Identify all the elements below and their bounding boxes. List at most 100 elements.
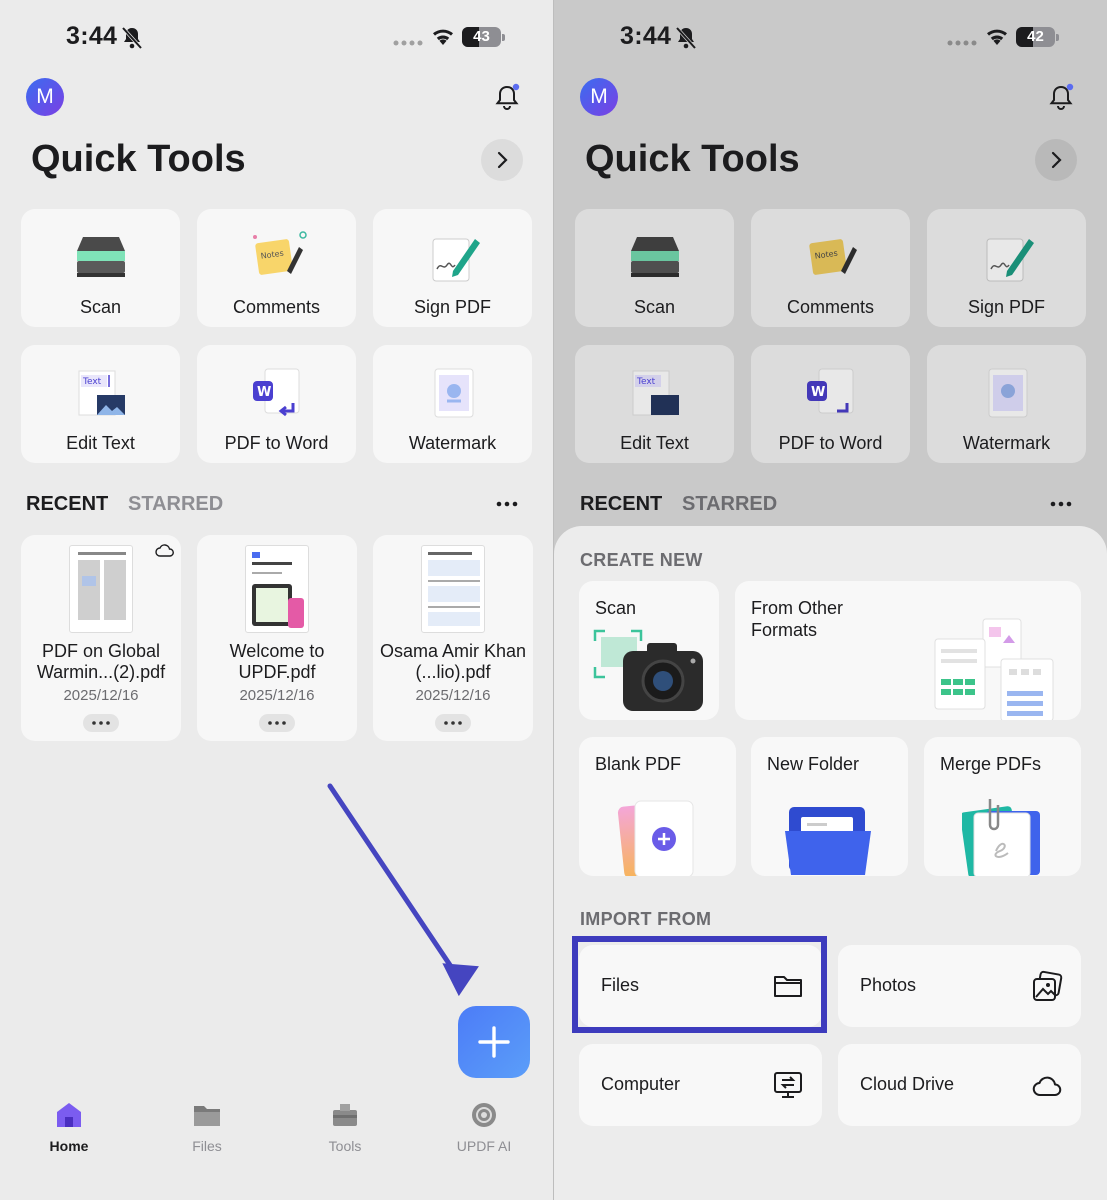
create-scan-button[interactable]: Scan [579, 581, 719, 720]
more-options-icon[interactable] [1050, 500, 1072, 508]
tool-label: Comments [232, 297, 321, 317]
recent-file-card[interactable]: PDF on Global Warmin...(2).pdf 2025/12/1… [21, 535, 181, 741]
file-more-button[interactable] [435, 714, 471, 732]
create-blank-pdf-button[interactable]: Blank PDF [579, 737, 736, 876]
tool-edit-text[interactable]: Text Edit Text [21, 345, 180, 463]
ellipsis-icon [92, 721, 110, 725]
notes-icon: Notes [808, 239, 857, 275]
notification-bell-icon[interactable] [494, 82, 522, 112]
tabbar-home[interactable]: Home [19, 1100, 119, 1154]
home-screen: 3:44 43 M Quick Tools Scan Notes Comment… [0, 0, 553, 1200]
tool-pdf-to-word[interactable]: W PDF to Word [751, 345, 910, 463]
status-time: 3:44 [620, 22, 672, 50]
notification-bell-icon[interactable] [1048, 82, 1076, 112]
quick-tools-more-button[interactable] [1035, 139, 1077, 181]
tool-watermark[interactable]: Watermark [927, 345, 1086, 463]
tab-starred[interactable]: STARRED [128, 493, 223, 516]
more-options-icon[interactable] [496, 500, 518, 508]
page-title: Quick Tools [31, 138, 246, 180]
tabbar-tools[interactable]: Tools [295, 1100, 395, 1154]
file-name: PDF on Global Warmin...(2).pdf [36, 641, 166, 682]
battery-indicator: 43 [462, 27, 506, 47]
wifi-icon [433, 29, 453, 45]
wifi-icon [987, 29, 1007, 45]
photos-icon [1033, 970, 1063, 1001]
svg-text:Text: Text [636, 377, 656, 387]
svg-text:W: W [257, 385, 271, 400]
tool-comments[interactable]: Notes Comments [197, 209, 356, 327]
computer-transfer-icon [774, 1072, 802, 1098]
file-formats-icon [934, 618, 1054, 720]
import-cloud-drive-button[interactable]: Cloud Drive [838, 1044, 1081, 1126]
plus-icon [478, 1026, 510, 1058]
file-more-button[interactable] [83, 714, 119, 732]
tab-recent[interactable]: RECENT [26, 493, 108, 516]
blank-pdf-icon [617, 800, 694, 876]
import-computer-button[interactable]: Computer [579, 1044, 822, 1126]
create-folder-label: New Folder [767, 754, 860, 774]
create-scan-label: Scan [595, 598, 637, 618]
avatar[interactable]: M [26, 78, 64, 116]
bell-off-icon [675, 26, 697, 50]
cloud-icon [155, 544, 174, 557]
tool-label: Scan [79, 297, 122, 317]
quick-tools-more-button[interactable] [481, 139, 523, 181]
tool-label: PDF to Word [224, 433, 329, 453]
create-merge-pdfs-button[interactable]: Merge PDFs [924, 737, 1081, 876]
highlight-box [572, 936, 827, 1033]
cloud-icon [1032, 1076, 1062, 1096]
create-new-folder-button[interactable]: New Folder [751, 737, 908, 876]
import-photos-button[interactable]: Photos [838, 945, 1081, 1027]
tool-comments[interactable]: Notes Comments [751, 209, 910, 327]
tabbar-files[interactable]: Files [157, 1100, 257, 1154]
annotation-arrow-icon [327, 783, 479, 997]
file-thumbnail [69, 545, 133, 633]
tool-scan[interactable]: Scan [575, 209, 734, 327]
recent-file-card[interactable]: Osama Amir Khan (...lio).pdf 2025/12/16 [373, 535, 533, 741]
file-date: 2025/12/16 [415, 687, 491, 704]
tool-pdf-to-word[interactable]: W PDF to Word [197, 345, 356, 463]
chevron-right-icon [1051, 151, 1062, 169]
pdf-to-word-icon: W [806, 368, 853, 414]
notes-icon: Notes [252, 231, 307, 275]
tabbar-label: Tools [328, 1138, 362, 1154]
merge-pdfs-icon [962, 799, 1040, 876]
tool-edit-text[interactable]: Text Edit Text [575, 345, 734, 463]
file-date: 2025/12/16 [63, 687, 139, 704]
tabbar-updf-ai[interactable]: UPDF AI [434, 1100, 534, 1154]
tool-watermark[interactable]: Watermark [373, 345, 532, 463]
avatar[interactable]: M [580, 78, 618, 116]
battery-level: 43 [473, 28, 490, 45]
home-icon [57, 1103, 81, 1127]
tool-sign-pdf[interactable]: Sign PDF [373, 209, 532, 327]
file-date: 2025/12/16 [239, 687, 315, 704]
tool-label: Watermark [962, 433, 1051, 453]
file-thumbnail [245, 545, 309, 633]
file-name: Osama Amir Khan (...lio).pdf [379, 641, 527, 682]
tool-sign-pdf[interactable]: Sign PDF [927, 209, 1086, 327]
tabbar-label: Home [49, 1138, 89, 1154]
tool-label: PDF to Word [778, 433, 883, 453]
create-formats-label: From Other Formats [751, 598, 844, 640]
pdf-to-word-icon: W [252, 368, 299, 417]
ellipsis-icon [444, 721, 462, 725]
signal-icon [393, 40, 423, 46]
tab-recent[interactable]: RECENT [580, 493, 662, 516]
create-sheet-screen: 3:44 42 M Quick Tools Scan Notes Comment… [554, 0, 1107, 1200]
tab-starred[interactable]: STARRED [682, 493, 777, 516]
tool-label: Edit Text [620, 433, 689, 453]
create-from-formats-button[interactable]: From Other Formats [735, 581, 1081, 720]
add-button[interactable] [458, 1006, 530, 1078]
file-more-button[interactable] [259, 714, 295, 732]
toolbox-icon [333, 1104, 357, 1126]
folder-icon [194, 1106, 220, 1126]
create-bottom-sheet: CREATE NEW Scan From Other Formats Blank… [554, 526, 1107, 1200]
tool-scan[interactable]: Scan [21, 209, 180, 327]
signal-icon [947, 40, 977, 46]
camera-icon [593, 629, 703, 711]
svg-text:W: W [811, 385, 825, 400]
chevron-right-icon [497, 151, 508, 169]
import-cloud-label: Cloud Drive [860, 1074, 955, 1094]
recent-file-card[interactable]: Welcome to UPDF.pdf 2025/12/16 [197, 535, 357, 741]
ai-icon [472, 1103, 496, 1127]
